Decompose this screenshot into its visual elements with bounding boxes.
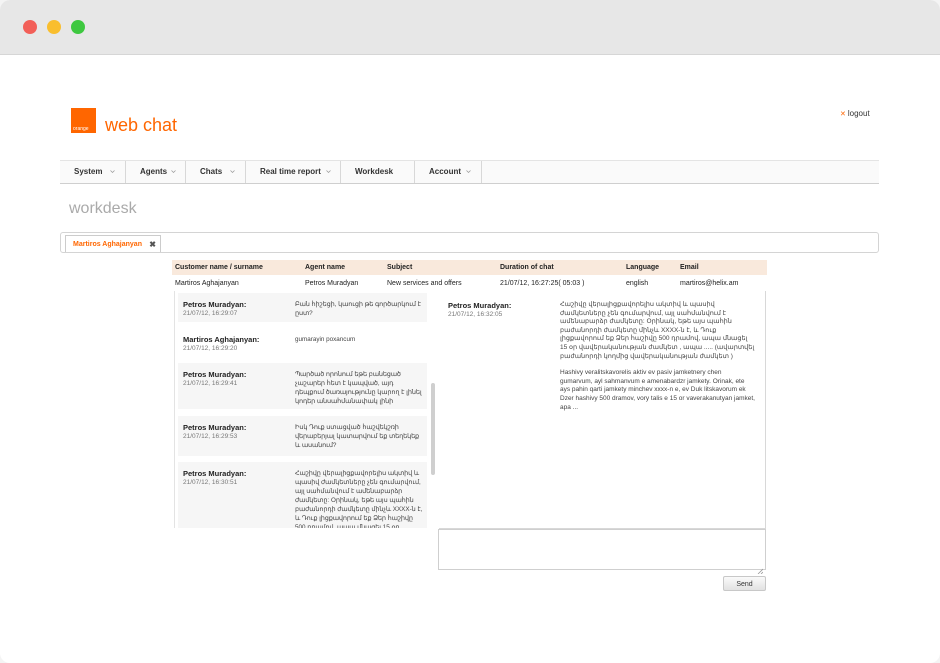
nav-label: Workdesk: [355, 167, 394, 176]
resize-handle-icon[interactable]: [757, 561, 764, 575]
chat-language: english: [626, 280, 649, 287]
chevron-down-icon: [466, 169, 471, 174]
customer-name: Martiros Aghajanyan: [175, 280, 239, 287]
column-header-email: Email: [680, 264, 699, 271]
column-header-language: Language: [626, 264, 660, 271]
nav-item-real-time-report[interactable]: Real time report: [246, 161, 341, 183]
message-time: 21/07/12, 16:29:41: [183, 380, 238, 387]
tab-label: Martiros Aghajanyan: [73, 241, 142, 248]
list-item[interactable]: Petros Muradyan: 21/07/12, 16:29:07 Բան …: [178, 293, 427, 322]
message-time: 21/07/12, 16:30:51: [183, 479, 238, 486]
detail-time: 21/07/12, 16:32:05: [448, 311, 503, 318]
chevron-down-icon: [326, 169, 331, 174]
title-bar: [0, 0, 940, 55]
main-navigation: System Agents Chats Real time report Wor…: [60, 160, 879, 184]
chevron-down-icon: [171, 169, 176, 174]
chevron-down-icon: [230, 169, 235, 174]
message-time: 21/07/12, 16:29:20: [183, 345, 238, 352]
browser-window: orange web chat ✕ logout System Agents Ch…: [0, 0, 940, 663]
nav-label: System: [74, 167, 103, 176]
message-detail: Petros Muradyan: 21/07/12, 16:32:05 Հաշի…: [439, 291, 766, 529]
chat-info-header: Customer name / surname Agent name Subje…: [172, 260, 767, 275]
column-header-customer: Customer name / surname: [175, 264, 263, 271]
detail-sender: Petros Muradyan:: [448, 301, 512, 310]
nav-label: Agents: [140, 167, 168, 176]
customer-email: martiros@helix.am: [680, 280, 739, 287]
send-button[interactable]: Send: [723, 576, 766, 591]
chat-tab-strip: Martiros Aghajanyan ✖: [60, 232, 879, 253]
message-sender: Martiros Aghajanyan:: [183, 335, 260, 344]
nav-item-chats[interactable]: Chats: [186, 161, 246, 183]
list-item[interactable]: Petros Muradyan: 21/07/12, 16:29:41 Պարծ…: [178, 363, 427, 409]
tab-martiros-aghajanyan[interactable]: Martiros Aghajanyan ✖: [65, 235, 161, 252]
nav-item-agents[interactable]: Agents: [126, 161, 186, 183]
nav-label: Account: [429, 167, 461, 176]
message-sender: Petros Muradyan:: [183, 423, 247, 432]
list-item[interactable]: Martiros Aghajanyan: 21/07/12, 16:29:20 …: [178, 328, 427, 360]
app-title: web chat: [105, 115, 178, 135]
logo-text: orange: [73, 126, 89, 132]
message-sender: Petros Muradyan:: [183, 469, 247, 478]
message-list-scrollbar[interactable]: [431, 383, 435, 475]
minimize-window-button[interactable]: [47, 20, 61, 34]
maximize-window-button[interactable]: [71, 20, 85, 34]
message-text: Բան հիշեցի, կաուցի թե գործարկում է ըստ?: [295, 301, 421, 317]
chevron-down-icon: [110, 169, 115, 174]
message-sender: Petros Muradyan:: [183, 300, 247, 309]
close-icon[interactable]: ✖: [149, 236, 156, 253]
message-time: 21/07/12, 16:29:53: [183, 433, 238, 440]
detail-text: Հաշիվը վերալիցքավորելիս ակտիվ և պասիվ ժա…: [560, 301, 755, 420]
reply-textarea[interactable]: [438, 529, 766, 575]
page-title: workdesk: [69, 200, 137, 217]
chat-info-row: Martiros Aghajanyan Petros Muradyan New …: [172, 276, 767, 290]
logout-link[interactable]: ✕ logout: [840, 109, 870, 118]
column-header-agent: Agent name: [305, 264, 346, 271]
message-list[interactable]: Petros Muradyan: 21/07/12, 16:29:07 Բան …: [174, 291, 440, 528]
orange-logo: orange: [71, 108, 96, 133]
message-text: Պարծած որոնում եթե բանեցած չաշարեր հետ է…: [295, 371, 422, 405]
logout-label: logout: [847, 109, 870, 118]
chat-duration: 21/07/12, 16:27:25( 05:03 ): [500, 280, 585, 287]
message-text: Իսկ Դուք ստացված հաշվեկշռի վերաբերյալ կա…: [295, 424, 420, 449]
detail-text-armenian: Հաշիվը վերալիցքավորելիս ակտիվ և պասիվ ժա…: [560, 301, 755, 360]
column-header-subject: Subject: [387, 264, 413, 271]
nav-item-account[interactable]: Account: [415, 161, 482, 183]
list-item[interactable]: Petros Muradyan: 21/07/12, 16:30:51 Հաշի…: [178, 462, 427, 528]
nav-item-system[interactable]: System: [60, 161, 126, 183]
nav-label: Real time report: [260, 167, 321, 176]
logout-icon: ✕: [840, 111, 846, 118]
agent-name: Petros Muradyan: [305, 280, 359, 287]
message-time: 21/07/12, 16:29:07: [183, 310, 238, 317]
nav-item-workdesk[interactable]: Workdesk: [341, 161, 415, 183]
message-sender: Petros Muradyan:: [183, 370, 247, 379]
detail-text-latin: Hashivy veralitskavorelis aktiv ev pasiv…: [560, 369, 755, 411]
column-header-duration: Duration of chat: [500, 264, 554, 271]
message-text: Հաշիվը վերալիցքավորելիս ակտիվ և պասիվ ժա…: [295, 470, 423, 528]
chat-subject: New services and offers: [387, 280, 462, 287]
nav-label: Chats: [200, 167, 223, 176]
list-item[interactable]: Petros Muradyan: 21/07/12, 16:29:53 Իսկ …: [178, 416, 427, 456]
message-text: gumarayin poxancum: [295, 336, 356, 343]
close-window-button[interactable]: [23, 20, 37, 34]
